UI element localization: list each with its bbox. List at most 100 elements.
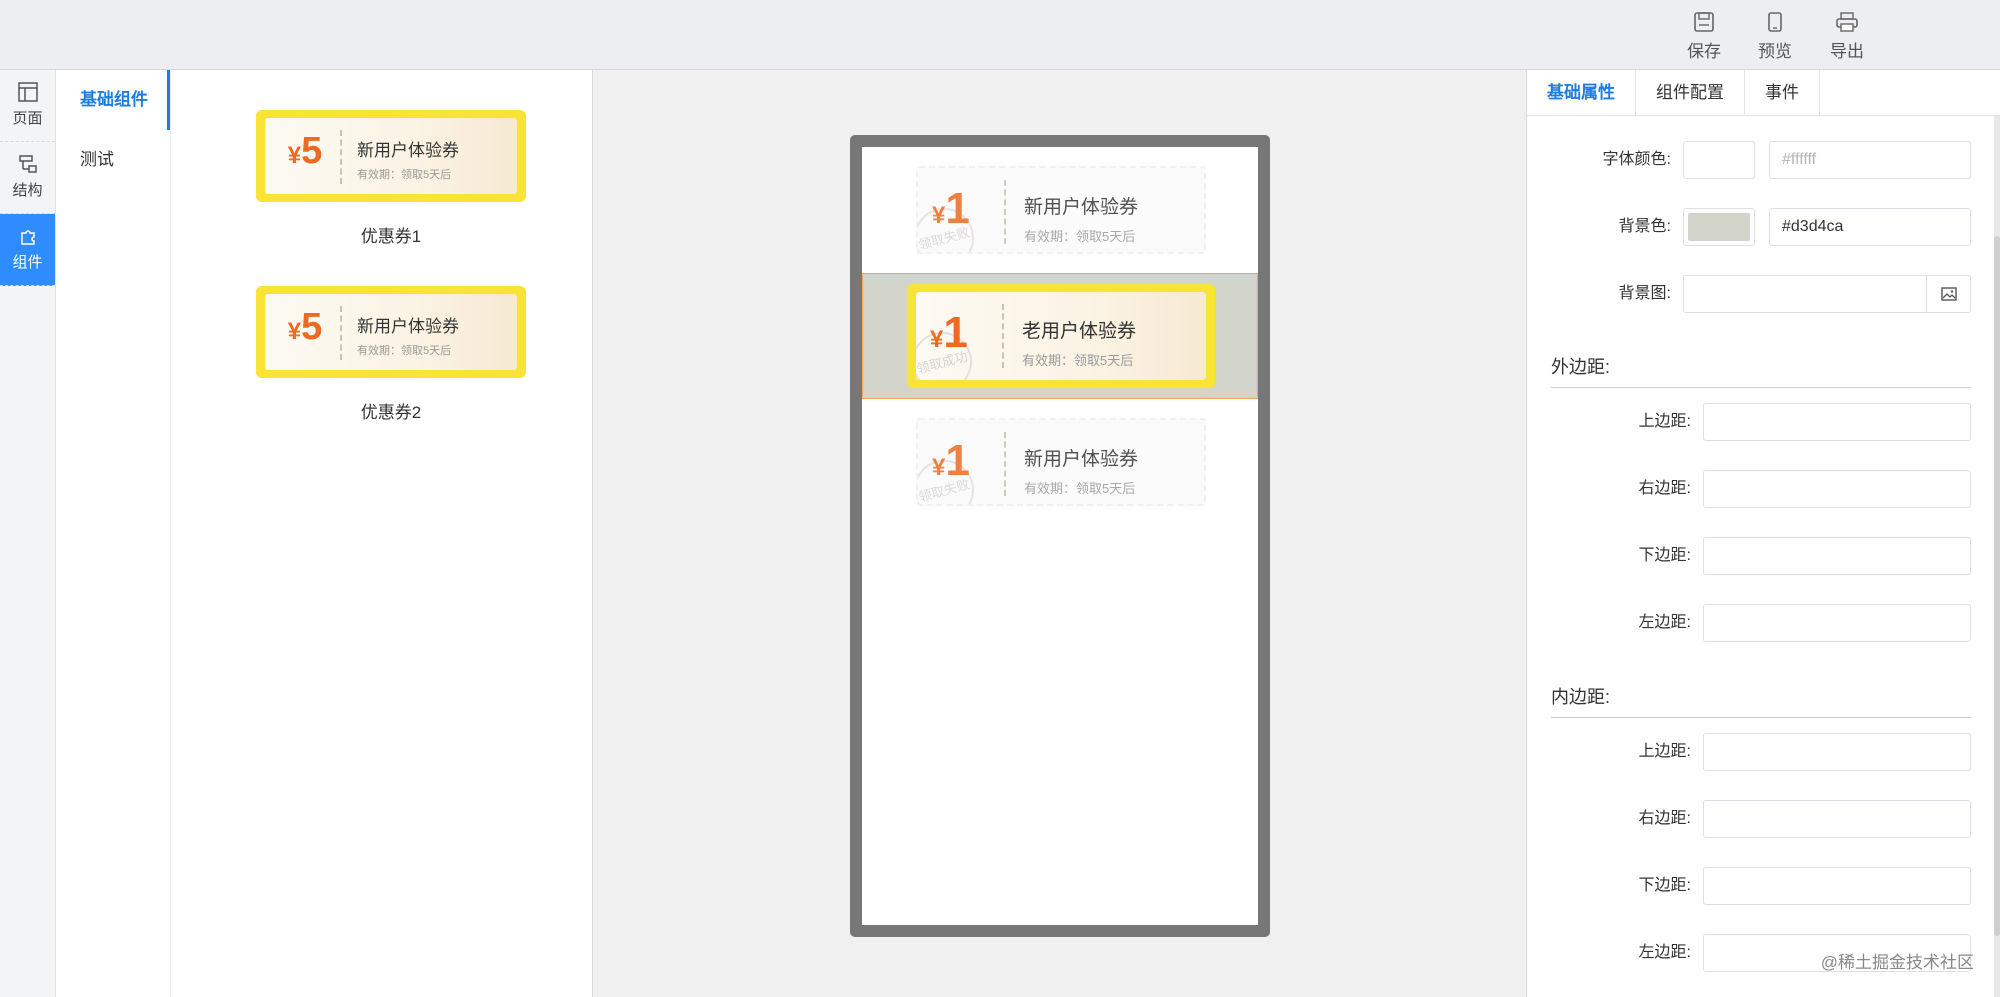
coupon-title: 新用户体验券	[357, 317, 459, 336]
rail-structure[interactable]: 结构	[0, 142, 55, 214]
canvas-coupon-1[interactable]: 领取失败 ¥1 新用户体验券 有效期：领取5天后	[862, 147, 1258, 273]
coupon-title: 老用户体验券	[1022, 321, 1137, 342]
padding-right-row: 右边距:	[1527, 800, 2000, 838]
coupon-price: ¥5	[287, 130, 323, 172]
padding-right-label: 右边距:	[1638, 810, 1691, 827]
padding-bottom-input[interactable]	[1703, 867, 1971, 905]
padding-bottom-label: 下边距:	[1638, 877, 1691, 894]
coupon-divider	[340, 130, 342, 184]
margin-right-row: 右边距:	[1527, 470, 2000, 508]
margin-top-label: 上边距:	[1638, 413, 1691, 430]
margin-bottom-input[interactable]	[1703, 537, 1971, 575]
coupon-card: ¥5 新用户体验券 有效期：领取5天后	[256, 286, 526, 378]
bg-color-label: 背景色:	[1618, 218, 1671, 235]
coupon-price: ¥5	[287, 306, 323, 348]
coupon-validity: 有效期：领取5天后	[357, 169, 452, 181]
padding-top-input[interactable]	[1703, 733, 1971, 771]
top-toolbar: 保存 预览 导出	[0, 0, 2000, 70]
puzzle-icon	[20, 230, 35, 245]
coupon-divider	[1002, 304, 1004, 368]
margin-section-title: 外边距:	[1551, 353, 1971, 388]
margin-top-input[interactable]	[1703, 403, 1971, 441]
library-item-label: 优惠券1	[360, 227, 422, 246]
margin-top-row: 上边距:	[1527, 403, 2000, 441]
bg-image-label: 背景图:	[1618, 285, 1671, 302]
printer-icon	[1836, 12, 1858, 32]
padding-top-label: 上边距:	[1638, 743, 1691, 760]
margin-left-label: 左边距:	[1638, 614, 1691, 631]
tab-component-config[interactable]: 组件配置	[1635, 70, 1745, 115]
tab-events[interactable]: 事件	[1745, 70, 1820, 115]
coupon-title: 新用户体验券	[1024, 197, 1139, 218]
coupon-price: ¥1	[932, 184, 970, 233]
bg-color-input[interactable]: #d3d4ca	[1769, 208, 1971, 246]
image-icon	[1940, 287, 1957, 301]
padding-bottom-row: 下边距:	[1527, 867, 2000, 905]
coupon-validity: 有效期：领取5天后	[357, 345, 452, 357]
margin-right-label: 右边距:	[1638, 480, 1691, 497]
layout-icon	[17, 82, 38, 102]
coupon-divider	[340, 306, 342, 360]
save-icon	[1694, 12, 1714, 32]
export-button[interactable]: 导出	[1817, 10, 1877, 62]
padding-left-label: 左边距:	[1638, 944, 1691, 961]
font-color-input[interactable]: #ffffff	[1769, 141, 1971, 179]
rail-page-label: 页面	[12, 110, 43, 127]
phone-icon	[1768, 12, 1782, 32]
rail-page[interactable]: 页面	[0, 70, 55, 142]
preview-button[interactable]: 预览	[1745, 10, 1805, 62]
padding-section-title: 内边距:	[1551, 683, 1971, 718]
canvas-coupon-3[interactable]: 领取失败 ¥1 新用户体验券 有效期：领取5天后	[862, 399, 1258, 525]
padding-right-input[interactable]	[1703, 800, 1971, 838]
coupon-title: 新用户体验券	[357, 141, 459, 160]
design-canvas: 领取失败 ¥1 新用户体验券 有效期：领取5天后 领取成功 ¥1 老用户体验券	[593, 70, 1526, 997]
coupon-validity: 有效期：领取5天后	[1024, 481, 1136, 496]
library-item-label: 优惠券2	[360, 403, 422, 422]
phone-screen: 领取失败 ¥1 新用户体验券 有效期：领取5天后 领取成功 ¥1 老用户体验券	[862, 147, 1258, 925]
rail-structure-label: 结构	[12, 182, 43, 199]
save-button[interactable]: 保存	[1674, 10, 1734, 62]
save-label: 保存	[1687, 42, 1721, 61]
properties-scrollbar[interactable]	[1994, 116, 2000, 997]
coupon-divider	[1004, 432, 1006, 496]
coupon-card: 领取失败 ¥1 新用户体验券 有效期：领取5天后	[907, 158, 1215, 262]
library-item-coupon-2[interactable]: ¥5 新用户体验券 有效期：领取5天后 优惠券2	[256, 286, 526, 423]
coupon-validity: 有效期：领取5天后	[1022, 353, 1134, 368]
coupon-validity: 有效期：领取5天后	[1024, 229, 1136, 244]
preview-label: 预览	[1758, 42, 1792, 61]
category-test[interactable]: 测试	[56, 130, 170, 190]
rail-component-label: 组件	[12, 254, 43, 271]
properties-tabs: 基础属性 组件配置 事件	[1527, 70, 2000, 116]
margin-left-input[interactable]	[1703, 604, 1971, 642]
margin-bottom-row: 下边距:	[1527, 537, 2000, 575]
phone-frame: 领取失败 ¥1 新用户体验券 有效期：领取5天后 领取成功 ¥1 老用户体验券	[850, 135, 1270, 937]
padding-top-row: 上边距:	[1527, 733, 2000, 771]
bg-color-swatch[interactable]	[1683, 208, 1755, 246]
canvas-coupon-2-selected[interactable]: 领取成功 ¥1 老用户体验券 有效期：领取5天后	[862, 273, 1258, 399]
bg-image-input[interactable]	[1683, 275, 1971, 313]
coupon-card: 领取失败 ¥1 新用户体验券 有效期：领取5天后	[907, 410, 1215, 514]
image-upload-button[interactable]	[1926, 276, 1970, 312]
export-label: 导出	[1830, 42, 1864, 61]
margin-left-row: 左边距:	[1527, 604, 2000, 642]
bg-image-row: 背景图:	[1527, 275, 2000, 313]
coupon-price: ¥1	[930, 308, 968, 357]
left-icon-rail: 页面 结构 组件	[0, 70, 56, 997]
font-color-label: 字体颜色:	[1602, 151, 1671, 168]
coupon-card: 领取成功 ¥1 老用户体验券 有效期：领取5天后	[907, 284, 1215, 388]
margin-bottom-label: 下边距:	[1638, 547, 1691, 564]
tree-structure-icon	[18, 155, 37, 173]
font-color-row: 字体颜色: #ffffff	[1527, 141, 2000, 179]
font-color-swatch[interactable]	[1683, 141, 1755, 179]
category-basic[interactable]: 基础组件	[56, 70, 170, 130]
coupon-divider	[1004, 180, 1006, 244]
scrollbar-thumb[interactable]	[1994, 236, 2000, 936]
rail-component[interactable]: 组件	[0, 214, 55, 286]
bg-color-row: 背景色: #d3d4ca	[1527, 208, 2000, 246]
tab-basic-props[interactable]: 基础属性	[1527, 70, 1635, 115]
margin-right-input[interactable]	[1703, 470, 1971, 508]
category-list: 基础组件 测试	[56, 70, 171, 997]
library-item-coupon-1[interactable]: ¥5 新用户体验券 有效期：领取5天后 优惠券1	[256, 110, 526, 247]
component-library: ¥5 新用户体验券 有效期：领取5天后 优惠券1 ¥5 新用户体验券 有效期：领…	[171, 70, 593, 997]
coupon-price: ¥1	[932, 436, 970, 485]
